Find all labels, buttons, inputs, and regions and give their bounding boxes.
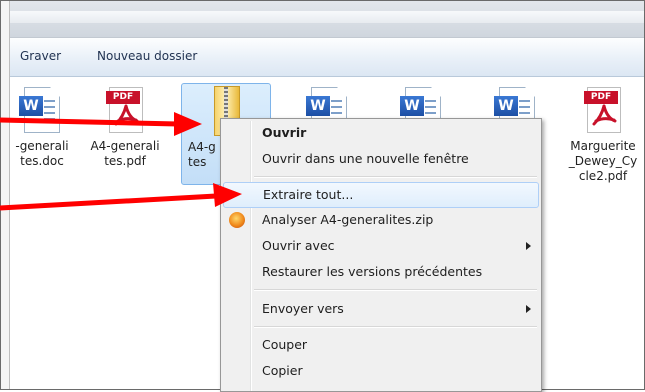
file-item[interactable]: W -generali tes.doc bbox=[1, 87, 86, 169]
burn-button[interactable]: Graver bbox=[20, 49, 61, 63]
menu-item-copy[interactable]: Copier bbox=[223, 359, 539, 383]
file-name: Marguerite _Dewey_Cy cle2.pdf bbox=[568, 139, 638, 183]
new-folder-button[interactable]: Nouveau dossier bbox=[97, 49, 197, 63]
context-menu: Ouvrir Ouvrir dans une nouvelle fenêtre … bbox=[220, 118, 542, 392]
file-item[interactable]: PDF Marguerite _Dewey_Cy cle2.pdf bbox=[559, 87, 644, 184]
menu-item-open[interactable]: Ouvrir bbox=[223, 121, 539, 145]
menu-item-extract-all[interactable]: Extraire tout... bbox=[223, 182, 539, 208]
command-toolbar: Graver Nouveau dossier bbox=[10, 38, 644, 77]
file-item[interactable]: PDF A4-generali tes.pdf bbox=[81, 87, 169, 169]
menu-item-cut[interactable]: Couper bbox=[223, 333, 539, 357]
antivirus-scan-icon bbox=[229, 212, 245, 228]
menu-item-scan[interactable]: Analyser A4-generalites.zip bbox=[223, 208, 539, 232]
menu-item-send-to[interactable]: Envoyer vers bbox=[223, 297, 539, 321]
submenu-arrow-icon bbox=[526, 242, 531, 250]
word-document-icon: W bbox=[19, 87, 62, 133]
pdf-document-icon: PDF bbox=[105, 87, 145, 133]
menu-separator bbox=[254, 289, 537, 291]
address-bar-area bbox=[10, 1, 644, 38]
file-name: A4-generali tes.pdf bbox=[90, 139, 160, 168]
menu-item-restore-versions[interactable]: Restaurer les versions précédentes bbox=[223, 260, 539, 284]
navigation-pane-edge bbox=[1, 1, 10, 389]
menu-separator bbox=[254, 326, 537, 328]
menu-separator bbox=[254, 176, 537, 178]
menu-item-open-new-window[interactable]: Ouvrir dans une nouvelle fenêtre bbox=[223, 147, 539, 171]
file-name: -generali tes.doc bbox=[15, 139, 69, 168]
menu-item-open-with[interactable]: Ouvrir avec bbox=[223, 234, 539, 258]
pdf-document-icon: PDF bbox=[583, 87, 623, 133]
submenu-arrow-icon bbox=[526, 305, 531, 313]
